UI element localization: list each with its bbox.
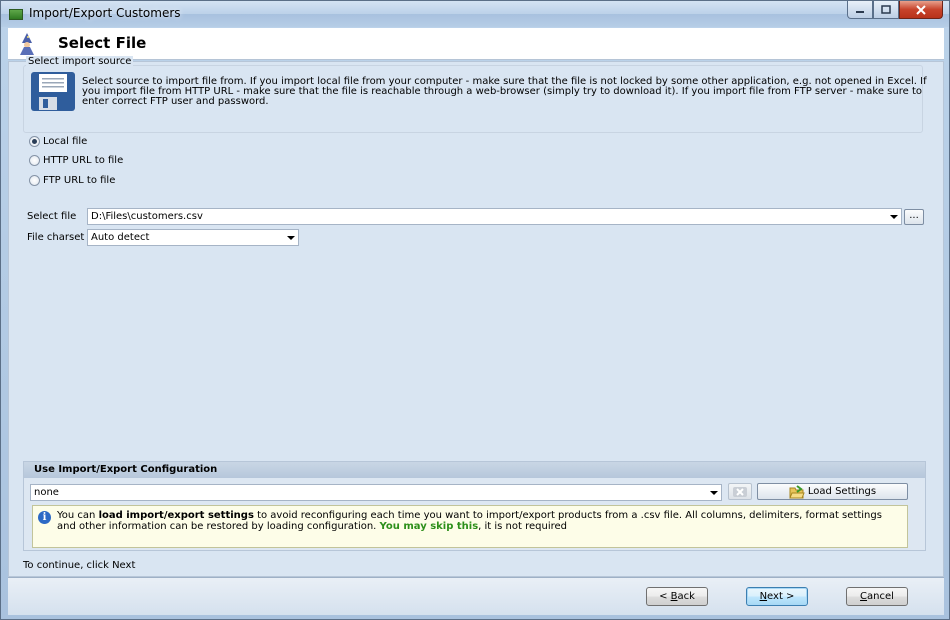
radio-button[interactable] xyxy=(29,155,40,166)
cancel-accesskey: C xyxy=(860,591,868,602)
file-charset-value: Auto detect xyxy=(91,232,150,243)
wizard-header: Select File xyxy=(8,28,944,60)
title-bar[interactable]: Import/Export Customers xyxy=(1,1,949,27)
minimize-icon xyxy=(856,10,864,13)
minimize-button[interactable] xyxy=(847,1,873,19)
file-charset-label: File charset xyxy=(27,232,85,243)
wizard-icon xyxy=(20,33,34,55)
radio-button-checked[interactable] xyxy=(29,136,40,147)
close-icon xyxy=(916,4,926,15)
import-export-window: Import/Export Customers Select File Sele… xyxy=(0,0,950,620)
browse-button[interactable]: ... xyxy=(904,209,924,225)
next-accesskey: N xyxy=(759,591,768,602)
back-accesskey: B xyxy=(670,591,678,602)
select-file-combo[interactable]: D:\Files\customers.csv xyxy=(87,208,902,225)
folder-open-icon xyxy=(789,484,805,498)
chevron-down-icon[interactable] xyxy=(287,236,295,240)
radio-button[interactable] xyxy=(29,175,40,186)
cancel-label: ancel xyxy=(867,591,894,602)
next-button[interactable]: Next > xyxy=(746,587,808,606)
page-title: Select File xyxy=(58,34,147,52)
import-source-label: Select import source xyxy=(26,56,134,67)
radio-ftp-url[interactable]: FTP URL to file xyxy=(29,175,115,186)
chevron-down-icon[interactable] xyxy=(710,491,718,495)
config-combo[interactable]: none xyxy=(30,484,722,501)
file-charset-combo[interactable]: Auto detect xyxy=(87,229,299,246)
chevron-down-icon[interactable] xyxy=(890,215,898,219)
app-icon xyxy=(9,9,23,20)
continue-hint: To continue, click Next xyxy=(23,560,136,571)
maximize-icon xyxy=(881,5,891,14)
config-note-text: You can load import/export settings to a… xyxy=(57,510,903,532)
load-settings-button[interactable]: Load Settings xyxy=(757,483,908,500)
wizard-footer: < Back Next > Cancel xyxy=(8,578,944,615)
close-button[interactable] xyxy=(899,1,943,19)
maximize-button[interactable] xyxy=(873,1,899,19)
note-text-part: You can xyxy=(57,510,99,521)
back-label: ack xyxy=(677,591,695,602)
radio-http-url[interactable]: HTTP URL to file xyxy=(29,155,123,166)
info-icon: i xyxy=(38,511,51,524)
note-bold-text: load import/export settings xyxy=(98,510,254,521)
next-label: ext > xyxy=(767,591,795,602)
load-settings-label: Load Settings xyxy=(807,486,877,497)
config-panel: Use Import/Export Configuration none Loa… xyxy=(23,461,926,551)
note-green-text: You may skip this xyxy=(379,521,479,532)
clear-config-button[interactable] xyxy=(728,483,752,500)
select-file-value: D:\Files\customers.csv xyxy=(91,211,203,222)
clear-icon xyxy=(733,486,747,497)
cancel-button[interactable]: Cancel xyxy=(846,587,908,606)
radio-local-file[interactable]: Local file xyxy=(29,136,87,147)
note-text-part: , it is not required xyxy=(478,521,568,532)
back-prefix: < xyxy=(659,591,671,602)
config-note: i You can load import/export settings to… xyxy=(32,505,908,548)
window-controls xyxy=(847,1,943,19)
window-title: Import/Export Customers xyxy=(29,6,181,20)
select-file-label: Select file xyxy=(27,211,77,222)
radio-label: Local file xyxy=(43,136,88,147)
config-heading: Use Import/Export Configuration xyxy=(24,462,925,478)
radio-label: FTP URL to file xyxy=(43,175,116,186)
import-source-group xyxy=(23,65,923,133)
back-button[interactable]: < Back xyxy=(646,587,708,606)
config-value: none xyxy=(34,487,59,498)
radio-label: HTTP URL to file xyxy=(43,155,124,166)
